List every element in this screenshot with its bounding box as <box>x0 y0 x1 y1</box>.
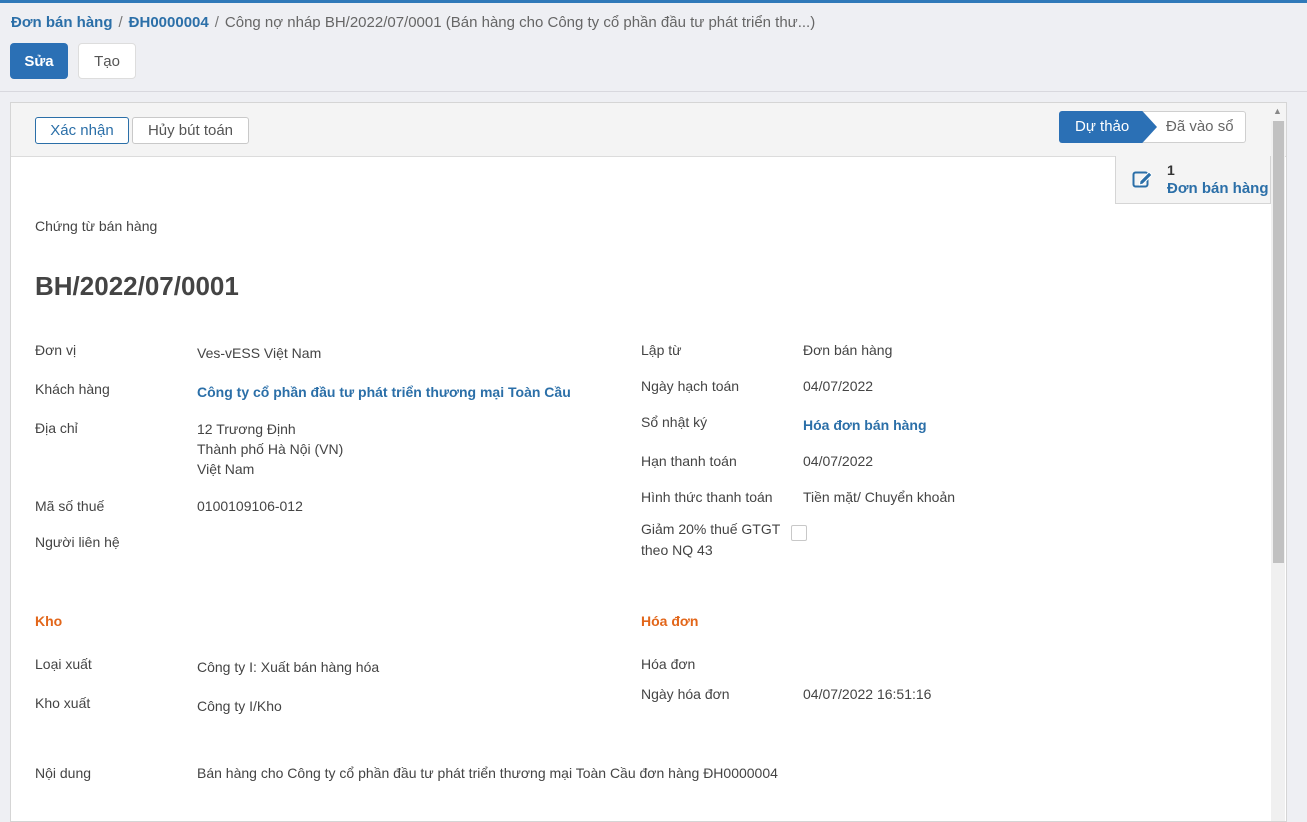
payment-method-label: Hình thức thanh toán <box>641 489 773 505</box>
form-sheet: Xác nhận Hủy bút toán Đã vào sổ Dự thảo … <box>10 102 1287 822</box>
journal-link[interactable]: Hóa đơn bán hàng <box>803 417 927 433</box>
create-button[interactable]: Tạo <box>78 43 136 79</box>
scroll-up-arrow[interactable]: ▲ <box>1273 106 1282 116</box>
address-line-1: 12 Trương Định <box>197 421 296 437</box>
customer-label: Khách hàng <box>35 381 110 397</box>
tax-code-label: Mã số thuế <box>35 498 105 514</box>
payment-method-value: Tiền mặt/ Chuyển khoản <box>803 489 956 505</box>
customer-link[interactable]: Công ty cổ phần đầu tư phát triển thương… <box>197 384 571 400</box>
smart-button-count: 1 <box>1167 162 1175 178</box>
warehouse-section-title: Kho <box>35 613 63 629</box>
invoice-section-title: Hóa đơn <box>641 613 699 629</box>
invoice-date-value: 04/07/2022 16:51:16 <box>803 686 932 702</box>
header-divider <box>0 91 1307 92</box>
breadcrumb-sales-orders[interactable]: Đơn bán hàng <box>11 14 113 31</box>
edit-button[interactable]: Sửa <box>10 43 68 79</box>
due-date-label: Hạn thanh toán <box>641 453 737 469</box>
top-accent-line <box>0 0 1307 3</box>
confirm-button[interactable]: Xác nhận <box>35 117 129 144</box>
breadcrumb-current: Công nợ nháp BH/2022/07/0001 (Bán hàng c… <box>224 14 816 31</box>
vat-reduction-label-line-2: theo NQ 43 <box>641 542 713 558</box>
tax-code-value: 0100109106-012 <box>197 498 303 514</box>
created-from-label: Lập từ <box>641 342 682 358</box>
document-type-label: Chứng từ bán hàng <box>35 218 158 234</box>
journal-label: Sổ nhật ký <box>641 414 708 430</box>
status-bar: Xác nhận Hủy bút toán Đã vào sổ Dự thảo <box>11 103 1286 157</box>
address-line-2: Thành phố Hà Nội (VN) <box>197 441 344 457</box>
stage-draft[interactable]: Dự thảo <box>1059 111 1157 143</box>
content-value: Bán hàng cho Công ty cổ phần đầu tư phát… <box>197 765 778 781</box>
address-label: Địa chỉ <box>35 420 78 436</box>
vat-reduction-label-line-1: Giảm 20% thuế GTGT <box>641 521 781 537</box>
unit-value: Ves-vESS Việt Nam <box>197 345 322 361</box>
document-number: BH/2022/07/0001 <box>35 271 239 301</box>
export-type-label: Loại xuất <box>35 656 92 672</box>
breadcrumb: Đơn bán hàng / ĐH0000004 / Công nợ nháp BH/2… <box>11 14 815 31</box>
accounting-date-label: Ngày hạch toán <box>641 378 740 394</box>
scrollbar-thumb[interactable] <box>1273 121 1284 563</box>
warehouse-value: Công ty I/Kho <box>197 698 282 714</box>
vat-reduction-checkbox[interactable] <box>791 525 807 541</box>
contact-label: Người liên hệ <box>35 534 120 550</box>
due-date-value: 04/07/2022 <box>803 453 874 469</box>
created-from-value: Đơn bán hàng <box>803 342 893 358</box>
breadcrumb-order[interactable]: ĐH0000004 <box>129 14 209 31</box>
unit-label: Đơn vị <box>35 342 77 358</box>
cancel-entry-button[interactable]: Hủy bút toán <box>132 117 249 144</box>
warehouse-label: Kho xuất <box>35 695 91 711</box>
breadcrumb-separator: / <box>214 14 219 31</box>
content-label: Nội dung <box>35 765 92 781</box>
smart-button-label: Đơn bán hàng <box>1167 180 1269 197</box>
breadcrumb-separator: / <box>118 14 123 31</box>
invoice-date-label: Ngày hóa đơn <box>641 686 730 702</box>
sales-order-smart-button[interactable]: 1 Đơn bán hàng <box>1115 156 1271 204</box>
export-type-value: Công ty I: Xuất bán hàng hóa <box>197 659 380 675</box>
accounting-date-value: 04/07/2022 <box>803 378 874 394</box>
edit-icon <box>1132 169 1154 194</box>
address-line-3: Việt Nam <box>197 461 255 477</box>
invoice-label: Hóa đơn <box>641 656 696 672</box>
